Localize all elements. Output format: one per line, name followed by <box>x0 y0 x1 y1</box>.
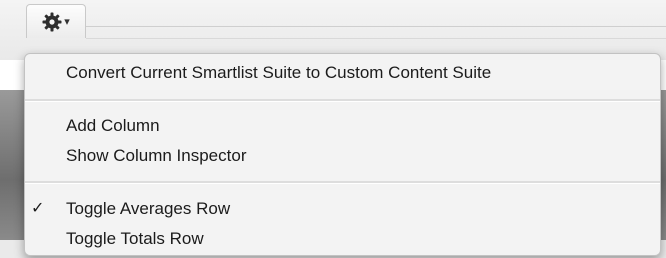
menu-item-label: Add Column <box>66 116 160 135</box>
menu-item-label: Show Column Inspector <box>66 146 247 165</box>
menu-separator <box>25 181 660 184</box>
menu-item-label: Toggle Averages Row <box>66 199 231 218</box>
action-menu-button[interactable]: ▾ <box>26 4 86 38</box>
menu-item-toggle-totals-row[interactable]: Toggle Totals Row <box>66 229 204 249</box>
menu-item-label: Convert Current Smartlist Suite to Custo… <box>66 63 492 82</box>
menu-item-convert-smartlist-suite[interactable]: Convert Current Smartlist Suite to Custo… <box>66 63 491 83</box>
toolbar-divider <box>86 38 666 39</box>
checkmark-icon: ✓ <box>31 200 45 217</box>
toolbar-divider <box>86 26 666 27</box>
menu-item-show-column-inspector[interactable]: Show Column Inspector <box>66 146 246 166</box>
menu-separator <box>25 99 660 102</box>
toolbar-background <box>0 0 666 60</box>
menu-item-add-column[interactable]: Add Column <box>66 116 160 136</box>
menu-item-label: Toggle Totals Row <box>66 229 204 248</box>
chevron-down-icon: ▾ <box>64 16 70 28</box>
gear-icon <box>42 12 62 32</box>
action-menu: Convert Current Smartlist Suite to Custo… <box>24 53 661 256</box>
